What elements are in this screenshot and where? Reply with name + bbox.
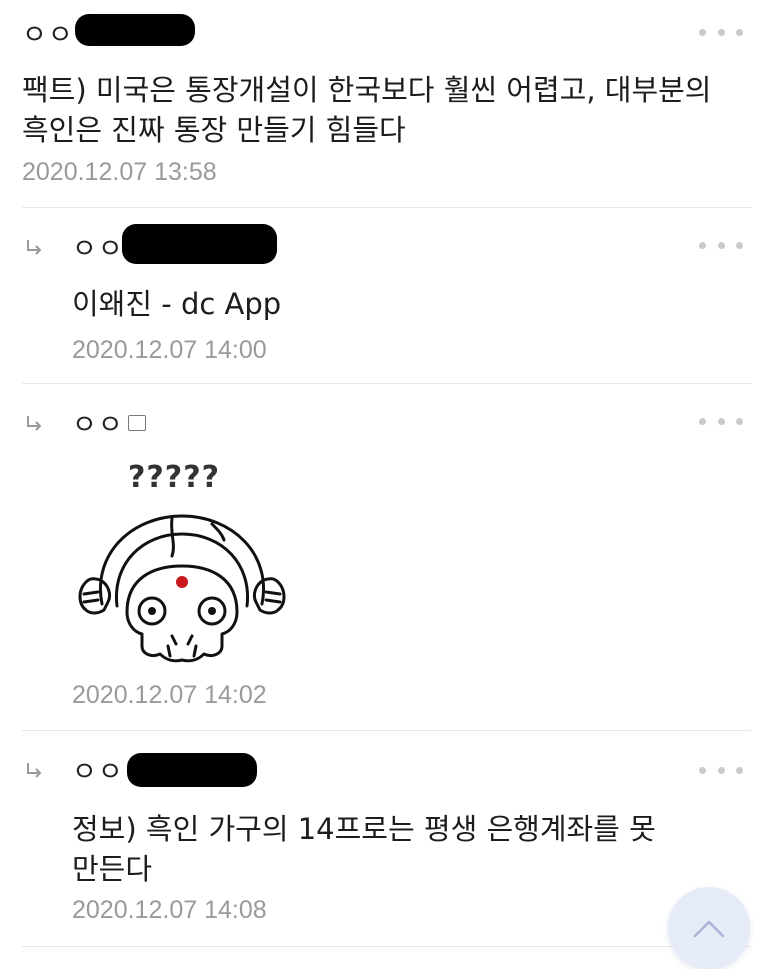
reply-arrow-icon — [27, 763, 42, 778]
reply-3: ㅇㅇ 정보) 흑인 가구의 14프로는 평생 은행계좌를 못 만든다 2020.… — [0, 731, 773, 945]
more-dots-icon — [699, 417, 706, 425]
more-button[interactable] — [699, 415, 743, 427]
nickname: ㅇㅇ — [22, 19, 74, 51]
comment-author[interactable]: ㅇㅇ — [72, 749, 124, 789]
comment-author[interactable]: ㅇㅇ — [72, 226, 124, 266]
comment-timestamp: 2020.12.07 13:58 — [22, 158, 217, 186]
nickname: ㅇㅇ — [72, 409, 124, 441]
redacted-nickname — [122, 224, 277, 264]
sticker-image[interactable]: ????? — [72, 456, 292, 671]
reply-2: ㅇㅇ ????? 2020.12.07 14:02 — [0, 384, 773, 730]
comment-body: 정보) 흑인 가구의 14프로는 평생 은행계좌를 못 만든다 — [72, 812, 656, 886]
reply-arrow-icon — [27, 416, 42, 431]
sticker-caption: ????? — [128, 460, 221, 495]
reply-1: ㅇㅇ 이왜진 - dc App 2020.12.07 14:00 — [0, 208, 773, 383]
comment-author[interactable]: ㅇㅇ — [72, 402, 146, 442]
more-button[interactable] — [699, 26, 743, 38]
comment-body: 팩트) 미국은 통장개설이 한국보다 훨씬 어렵고, 대부분의 흑인은 진짜 통… — [22, 73, 712, 147]
comment-1: ㅇㅇ 팩트) 미국은 통장개설이 한국보다 훨씬 어렵고, 대부분의 흑인은 진… — [0, 0, 773, 207]
comment-timestamp: 2020.12.07 14:00 — [72, 336, 267, 364]
skull-character-icon — [78, 514, 286, 663]
scroll-top-button[interactable] — [668, 887, 750, 969]
chevron-up-icon — [693, 920, 725, 938]
comment-timestamp: 2020.12.07 14:08 — [72, 896, 267, 924]
redacted-nickname — [127, 753, 257, 787]
more-dots-icon — [699, 766, 706, 774]
fixed-nickname-icon — [127, 415, 146, 431]
more-dots-icon — [699, 241, 706, 249]
more-button[interactable] — [699, 239, 743, 251]
comment-author[interactable]: ㅇㅇ — [22, 12, 74, 52]
more-button[interactable] — [699, 764, 743, 776]
comment-body: 이왜진 - dc App — [72, 287, 282, 321]
redacted-nickname — [75, 14, 195, 46]
more-dots-icon — [699, 28, 706, 36]
reply-arrow-icon — [27, 240, 42, 255]
comment-timestamp: 2020.12.07 14:02 — [72, 681, 267, 709]
nickname: ㅇㅇ — [72, 756, 124, 788]
divider — [22, 946, 751, 947]
nickname: ㅇㅇ — [72, 233, 124, 265]
